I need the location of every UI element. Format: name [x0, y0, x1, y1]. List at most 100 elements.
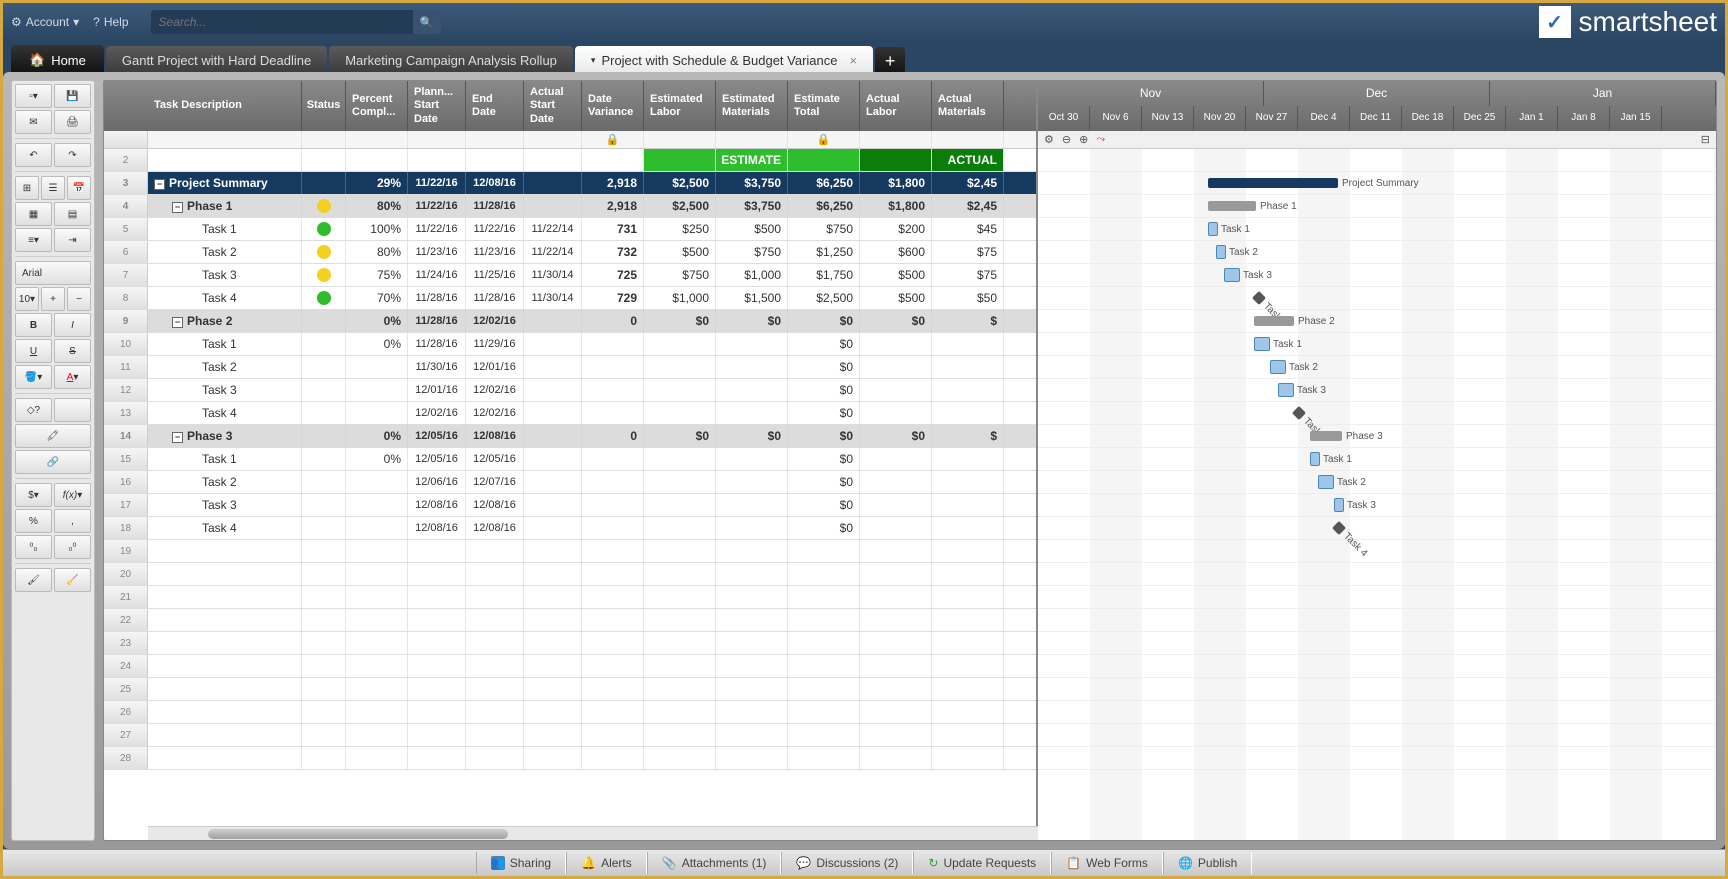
gantt-bar[interactable]: Task 4	[1292, 406, 1306, 420]
cell[interactable]: 2,918	[582, 172, 644, 194]
cell[interactable]: $0	[716, 425, 788, 447]
cell[interactable]: Task 2	[148, 356, 302, 378]
cell[interactable]: 11/30/14	[524, 287, 582, 309]
cell[interactable]: $0	[860, 425, 932, 447]
cell[interactable]: 11/22/16	[408, 195, 466, 217]
cell[interactable]: $3,750	[716, 195, 788, 217]
table-row[interactable]: 15Task 10%12/05/1612/05/16$0	[104, 448, 1036, 471]
cell[interactable]	[302, 356, 346, 378]
table-row[interactable]: 13Task 412/02/1612/02/16$0	[104, 402, 1036, 425]
cell[interactable]	[524, 195, 582, 217]
decimal-inc-button[interactable]: ₀⁰	[54, 535, 91, 559]
cell[interactable]: $2,45	[932, 195, 1004, 217]
cell[interactable]	[860, 379, 932, 401]
thousands-button[interactable]: ,	[54, 509, 91, 533]
cell[interactable]	[644, 333, 716, 355]
gantt-bar[interactable]: Phase 1	[1208, 201, 1256, 211]
cell[interactable]: $750	[788, 218, 860, 240]
cell[interactable]: −Phase 1	[148, 195, 302, 217]
cell[interactable]	[346, 379, 408, 401]
gantt-bar[interactable]: Task 3	[1334, 498, 1344, 512]
cell[interactable]: $200	[860, 218, 932, 240]
font-size-selector[interactable]: 10▾	[15, 287, 39, 311]
cell[interactable]: $1,800	[860, 195, 932, 217]
column-header[interactable]: Date Variance	[582, 81, 644, 131]
column-header[interactable]: Estimated Labor	[644, 81, 716, 131]
save-button[interactable]: 💾	[54, 84, 91, 108]
cell[interactable]: $6,250	[788, 195, 860, 217]
column-header[interactable]: Estimated Materials	[716, 81, 788, 131]
cell[interactable]: $1,000	[644, 287, 716, 309]
cell[interactable]	[302, 333, 346, 355]
cell[interactable]: $2,500	[644, 195, 716, 217]
cell[interactable]: $0	[644, 310, 716, 332]
cell[interactable]: $2,500	[644, 172, 716, 194]
table-row[interactable]: 23	[104, 632, 1036, 655]
gantt-bar[interactable]: Phase 3	[1310, 431, 1342, 441]
cell[interactable]: 0%	[346, 333, 408, 355]
cell[interactable]: 12/08/16	[466, 172, 524, 194]
cell[interactable]	[302, 195, 346, 217]
cell[interactable]	[582, 333, 644, 355]
sharing-button[interactable]: 👥Sharing	[476, 852, 566, 874]
cell[interactable]: −Phase 3	[148, 425, 302, 447]
cell[interactable]	[716, 379, 788, 401]
table-row[interactable]: 18Task 412/08/1612/08/16$0	[104, 517, 1036, 540]
cell[interactable]	[932, 448, 1004, 470]
cell[interactable]	[860, 333, 932, 355]
cell[interactable]	[302, 425, 346, 447]
cell[interactable]	[582, 517, 644, 539]
table-row[interactable]: 10Task 10%11/28/1611/29/16$0	[104, 333, 1036, 356]
cell[interactable]	[582, 448, 644, 470]
cell[interactable]	[932, 356, 1004, 378]
cell[interactable]: Task 2	[148, 471, 302, 493]
cell[interactable]: Task 2	[148, 241, 302, 263]
cell[interactable]	[860, 356, 932, 378]
link-button[interactable]: 🔗	[15, 450, 91, 474]
gantt-body[interactable]: Project SummaryPhase 1Task 1Task 2Task 3…	[1038, 149, 1716, 840]
table-row[interactable]: 12Task 312/01/1612/02/16$0	[104, 379, 1036, 402]
cell[interactable]: 0%	[346, 310, 408, 332]
cell[interactable]	[346, 471, 408, 493]
table-row[interactable]: 27	[104, 724, 1036, 747]
column-header[interactable]: Status	[302, 81, 346, 131]
cell[interactable]: 11/22/16	[408, 218, 466, 240]
cell[interactable]: $500	[644, 241, 716, 263]
table-row[interactable]: 4−Phase 180%11/22/1611/28/162,918$2,500$…	[104, 195, 1036, 218]
new-button[interactable]: ▫▾	[15, 84, 52, 108]
cell[interactable]	[860, 494, 932, 516]
cell[interactable]: 11/30/16	[408, 356, 466, 378]
cell[interactable]: 725	[582, 264, 644, 286]
cell[interactable]	[644, 471, 716, 493]
color-palette-button[interactable]	[54, 398, 91, 422]
cell[interactable]: 0%	[346, 448, 408, 470]
gantt-bar[interactable]: Task 4	[1252, 291, 1266, 305]
cell[interactable]	[524, 517, 582, 539]
font-selector[interactable]: Arial	[15, 261, 91, 285]
cell[interactable]: Task 4	[148, 287, 302, 309]
cell[interactable]	[302, 402, 346, 424]
cell[interactable]: Task 1	[148, 448, 302, 470]
cell[interactable]	[524, 494, 582, 516]
cell[interactable]	[524, 172, 582, 194]
align-button[interactable]: ≡▾	[15, 228, 52, 252]
cell[interactable]	[716, 402, 788, 424]
cell[interactable]	[932, 402, 1004, 424]
cell[interactable]	[932, 379, 1004, 401]
cell[interactable]: $3,750	[716, 172, 788, 194]
cell[interactable]	[582, 402, 644, 424]
search-icon[interactable]: 🔍	[413, 10, 441, 34]
table-row[interactable]: 22	[104, 609, 1036, 632]
cell[interactable]: 11/22/16	[466, 218, 524, 240]
cell[interactable]: $750	[716, 241, 788, 263]
cell[interactable]	[932, 333, 1004, 355]
help-link[interactable]: ? Help	[93, 15, 128, 29]
cell[interactable]	[860, 448, 932, 470]
cell[interactable]	[302, 172, 346, 194]
cell[interactable]	[582, 379, 644, 401]
cell[interactable]	[524, 425, 582, 447]
grid-view-button[interactable]: ⊞	[15, 176, 39, 200]
decrease-size-button[interactable]: −	[67, 287, 91, 311]
cell[interactable]: $250	[644, 218, 716, 240]
cell[interactable]: 80%	[346, 241, 408, 263]
